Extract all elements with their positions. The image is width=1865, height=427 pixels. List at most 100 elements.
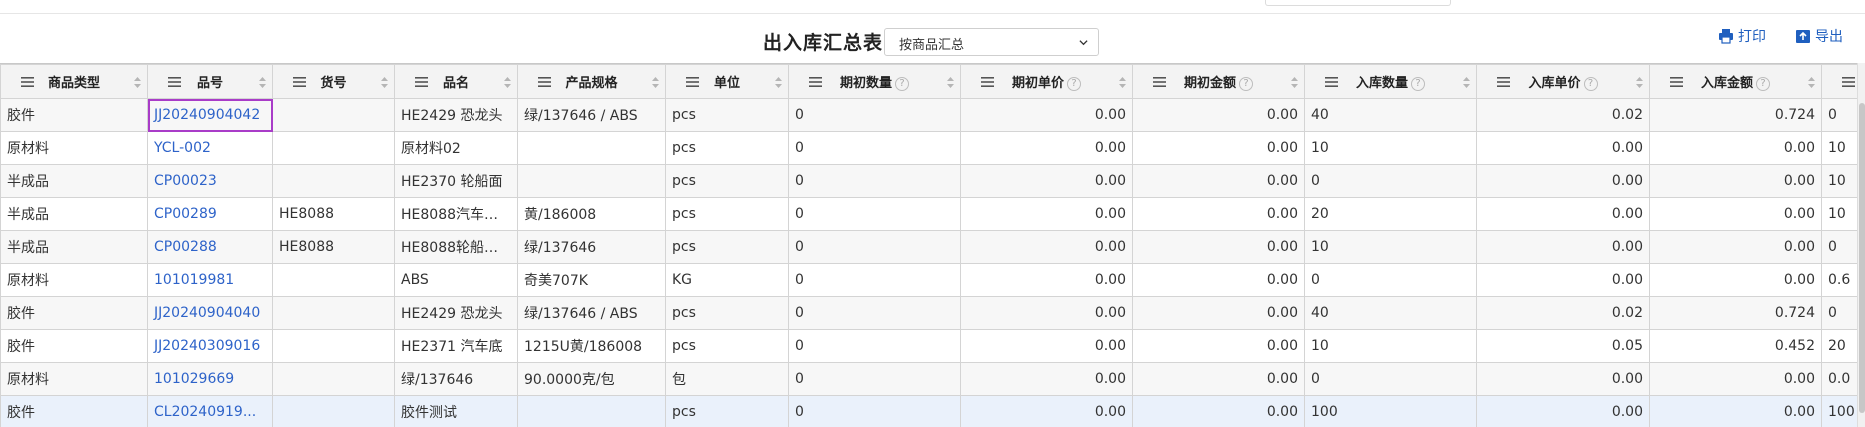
column-menu-icon[interactable] (1842, 77, 1855, 87)
table-cell: 0 (1304, 362, 1477, 396)
column-menu-icon[interactable] (1670, 77, 1683, 87)
table-row[interactable]: 半成品 CP00288 HE8088 HE8088轮船塞子 绿/137646 pcs 0 0.… (0, 230, 1865, 264)
column-header[interactable]: 期初数量? (788, 64, 961, 99)
table-cell: ABS (394, 263, 518, 297)
table-cell (272, 98, 395, 132)
sort-icon[interactable] (1636, 77, 1643, 88)
table-cell: 0.00 (1132, 230, 1305, 264)
help-icon[interactable]: ? (1756, 77, 1770, 91)
export-button[interactable]: 导出 (1795, 26, 1843, 46)
column-menu-icon[interactable] (293, 77, 306, 87)
item-code-link[interactable]: 101019981 (147, 263, 273, 297)
table-cell: 绿/137646 / ABS (517, 296, 666, 330)
table-cell: 0.00 (1132, 329, 1305, 363)
table-cell: HE2371 汽车底 (394, 329, 518, 363)
sort-icon[interactable] (1463, 77, 1470, 88)
sort-icon[interactable] (504, 77, 511, 88)
sort-icon[interactable] (1808, 77, 1815, 88)
sort-icon[interactable] (381, 77, 388, 88)
item-code-link[interactable]: CL20240919... (147, 395, 273, 427)
summary-mode-select[interactable]: 按商品汇总 (884, 28, 1099, 56)
column-menu-icon[interactable] (809, 77, 822, 87)
column-header[interactable]: 商品类型 (0, 64, 148, 99)
column-menu-icon[interactable] (1153, 77, 1166, 87)
scrollbar-thumb[interactable] (1859, 103, 1865, 413)
table-cell: 0.00 (1649, 230, 1822, 264)
table-row[interactable]: 原材料 YCL-002 原材料02 pcs 0 0.00 0.00 10 0.00 0.00 10 (0, 131, 1865, 165)
table-cell: 0.00 (1649, 395, 1822, 427)
help-icon[interactable]: ? (1067, 77, 1081, 91)
table-cell: 半成品 (0, 197, 148, 231)
table-row[interactable]: 胶件 JJ20240904040 HE2429 恐龙头 绿/137646 / ABS p… (0, 296, 1865, 330)
table-cell: 原材料 (0, 131, 148, 165)
summary-table: 商品类型 品号 货号 品名 产品规格 单位 期初数量? 期初单价? 期初金额? 入库数量? 入库单价… (0, 64, 1865, 427)
column-header-label: 单位 (713, 76, 740, 91)
table-cell: 胶件 (0, 395, 148, 427)
help-icon[interactable]: ? (1411, 77, 1425, 91)
item-code-link[interactable]: CP00023 (147, 164, 273, 198)
table-row[interactable]: 胶件 JJ20240904042 HE2429 恐龙头 绿/137646 / ABS p… (0, 98, 1865, 132)
table-cell: 0.00 (1132, 131, 1305, 165)
sort-icon[interactable] (1291, 77, 1298, 88)
help-icon[interactable]: ? (895, 77, 909, 91)
table-row[interactable]: 胶件 JJ20240309016 HE2371 汽车底 1215U黄/186008 pc… (0, 329, 1865, 363)
column-header[interactable]: 单位 (665, 64, 789, 99)
item-code-link[interactable]: CP00289 (147, 197, 273, 231)
help-icon[interactable]: ? (1583, 77, 1598, 91)
column-header[interactable]: 期初金额? (1132, 64, 1305, 99)
page-title: 出入库汇总表 (763, 32, 884, 54)
item-code-link[interactable]: JJ20240309016 (147, 329, 273, 363)
table-cell: 0.724 (1649, 296, 1822, 330)
top-search-input[interactable] (1265, 0, 1451, 6)
vertical-scrollbar[interactable] (1857, 63, 1865, 427)
item-code-link[interactable]: YCL-002 (147, 131, 273, 165)
print-button[interactable]: 打印 (1718, 26, 1766, 46)
help-icon[interactable]: ? (1239, 77, 1253, 91)
item-code-link[interactable]: CP00288 (147, 230, 273, 264)
column-header[interactable]: 品名 (394, 64, 518, 99)
column-menu-icon[interactable] (538, 77, 551, 87)
column-menu-icon[interactable] (1325, 77, 1338, 87)
column-header[interactable]: 入库数量? (1304, 64, 1477, 99)
table-row[interactable]: 原材料 101029669 绿/137646 90.0000克/包包 0 0.00 0.00… (0, 362, 1865, 396)
item-code-link[interactable]: JJ20240904042 (147, 98, 273, 132)
column-menu-icon[interactable] (981, 77, 994, 87)
column-header[interactable]: 入库金额? (1649, 64, 1822, 99)
table-cell: HE8088轮船塞子 (394, 230, 518, 264)
column-header[interactable]: 产品规格 (517, 64, 666, 99)
table-cell (517, 164, 666, 198)
sort-icon[interactable] (1119, 77, 1126, 88)
table-cell: 0.00 (1649, 131, 1822, 165)
table-cell: 胶件 (0, 296, 148, 330)
column-header[interactable]: 品号 (147, 64, 273, 99)
table-cell: 0.00 (1476, 395, 1650, 427)
table-row[interactable]: 胶件 CL20240919... 胶件测试 pcs 0 0.00 0.00 100 0.00 0.… (0, 395, 1865, 427)
item-code-link[interactable]: 101029669 (147, 362, 273, 396)
column-menu-icon[interactable] (686, 77, 699, 87)
sort-icon[interactable] (775, 77, 782, 88)
table-cell: HE2429 恐龙头 (394, 296, 518, 330)
table-row[interactable]: 原材料 101019981 ABS 奇美707K KG 0 0.00 0.00 0 0.00 0.0… (0, 263, 1865, 297)
column-menu-icon[interactable] (21, 77, 34, 87)
sort-icon[interactable] (259, 77, 266, 88)
column-menu-icon[interactable] (415, 77, 428, 87)
table-cell: 0 (1304, 263, 1477, 297)
table-cell (272, 329, 395, 363)
sort-icon[interactable] (947, 77, 954, 88)
column-menu-icon[interactable] (168, 77, 181, 87)
table-row[interactable]: 半成品 CP00023 HE2370 轮船面 pcs 0 0.00 0.00 0 0.00 0.0… (0, 164, 1865, 198)
table-cell: 0.00 (1132, 296, 1305, 330)
column-header[interactable]: 货号 (272, 64, 395, 99)
column-menu-icon[interactable] (1497, 77, 1510, 87)
column-header-label: 货号 (320, 76, 347, 91)
column-header[interactable]: 入库单价? (1476, 64, 1650, 99)
column-header[interactable]: 期初单价? (960, 64, 1133, 99)
item-code-link[interactable]: JJ20240904040 (147, 296, 273, 330)
table-cell: 20 (1304, 197, 1477, 231)
table-cell (272, 164, 395, 198)
table-row[interactable]: 半成品 CP00289 HE8088 HE8088汽车塞子 黄/186008 pcs 0 0.… (0, 197, 1865, 231)
table-cell: 10 (1304, 329, 1477, 363)
sort-icon[interactable] (134, 77, 141, 88)
sort-icon[interactable] (652, 77, 659, 88)
table-cell: HE8088汽车塞子 (394, 197, 518, 231)
